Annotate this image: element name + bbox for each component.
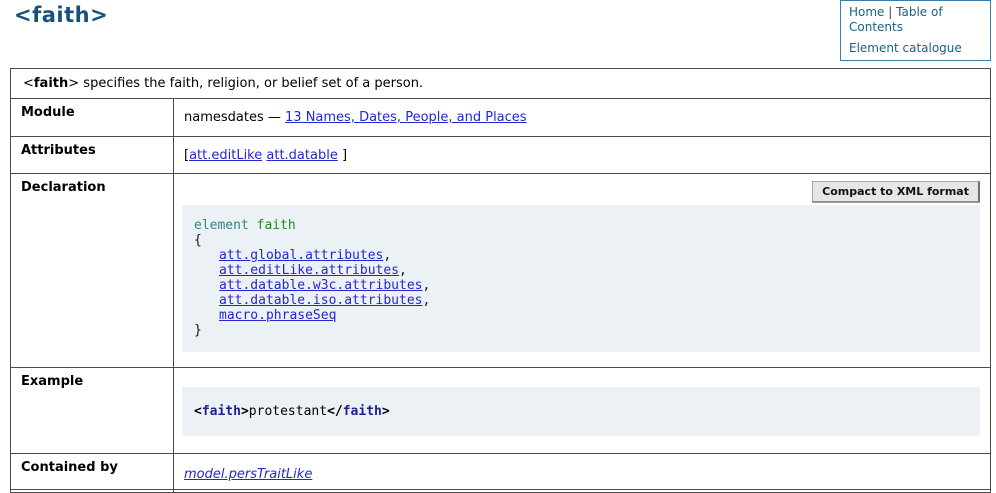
example-close-angle: > — [241, 404, 249, 419]
code-comma: , — [423, 293, 431, 308]
attributes-row: Attributes [att.editLike att.datable ] — [11, 137, 991, 174]
nav-line-bottom: Element catalogue — [849, 41, 983, 56]
example-open-angle: < — [194, 404, 202, 419]
module-label: Module — [11, 99, 174, 137]
code-line-open-brace: { — [194, 233, 968, 248]
contained-by-row: Contained by model.persTraitLike — [11, 454, 991, 490]
declaration-label: Declaration — [11, 174, 174, 368]
nav-home-link[interactable]: Home — [849, 5, 884, 19]
description-tag: <faith> — [23, 76, 79, 91]
example-end-open-angle: </ — [327, 404, 343, 419]
module-dash: — — [268, 110, 281, 125]
code-element-name: faith — [257, 218, 296, 233]
example-end-tag-name: faith — [343, 404, 382, 419]
module-name: namesdates — [184, 110, 264, 125]
code-line-att-global: att.global.attributes, — [194, 248, 968, 263]
attributes-value: [att.editLike att.datable ] — [174, 137, 991, 174]
code-line-element: element faith — [194, 218, 968, 233]
code-link-att-datable-iso-attributes[interactable]: att.datable.iso.attributes — [219, 293, 423, 308]
code-comma: , — [423, 278, 431, 293]
declaration-code-block: element faith { att.global.attributes, a… — [182, 205, 980, 352]
description-tag-open-angle: < — [23, 76, 34, 91]
example-code-block: <faith>protestant</faith> — [182, 387, 980, 436]
module-row: Module namesdates — 13 Names, Dates, Peo… — [11, 99, 991, 137]
code-comma: , — [399, 263, 407, 278]
declaration-row: Declaration Compact to XML format elemen… — [11, 174, 991, 368]
example-start-tag-name: faith — [202, 404, 241, 419]
nav-line-top: Home | Table of Contents — [849, 5, 983, 34]
code-line-close-brace: } — [194, 323, 968, 338]
code-line-att-datable-iso: att.datable.iso.attributes, — [194, 293, 968, 308]
code-link-att-datable-w3c-attributes[interactable]: att.datable.w3c.attributes — [219, 278, 423, 293]
attributes-close-bracket: ] — [342, 148, 347, 163]
example-end-close-angle: > — [382, 404, 390, 419]
compact-to-xml-format-button[interactable]: Compact to XML format — [812, 181, 980, 202]
description-row: <faith> specifies the faith, religion, o… — [11, 69, 991, 99]
code-line-macro-phraseseq: macro.phraseSeq — [194, 308, 968, 323]
element-spec-table: <faith> specifies the faith, religion, o… — [10, 68, 991, 493]
code-line-att-datable-w3c: att.datable.w3c.attributes, — [194, 278, 968, 293]
example-label: Example — [11, 368, 174, 454]
declaration-value: Compact to XML format element faith { at… — [174, 174, 991, 368]
code-comma: , — [383, 248, 391, 263]
cutoff-content-cell — [174, 490, 991, 493]
attributes-label: Attributes — [11, 137, 174, 174]
code-line-att-editlike: att.editLike.attributes, — [194, 263, 968, 278]
code-link-macro-phraseseq[interactable]: macro.phraseSeq — [219, 308, 336, 323]
attribute-class-link-att-editlike[interactable]: att.editLike — [189, 148, 262, 163]
example-text-content: protestant — [249, 404, 327, 419]
code-link-att-editlike-attributes[interactable]: att.editLike.attributes — [219, 263, 399, 278]
attribute-class-link-att-datable[interactable]: att.datable — [266, 148, 337, 163]
module-chapter-link[interactable]: 13 Names, Dates, People, and Places — [285, 110, 527, 125]
description-text: specifies the faith, religion, or belief… — [79, 76, 423, 91]
code-keyword-element: element — [194, 218, 249, 233]
module-value: namesdates — 13 Names, Dates, People, an… — [174, 99, 991, 137]
description-tag-close-angle: > — [68, 76, 79, 91]
contained-by-value: model.persTraitLike — [174, 454, 991, 490]
nav-box: Home | Table of Contents Element catalog… — [840, 0, 991, 61]
code-link-att-global-attributes[interactable]: att.global.attributes — [219, 248, 383, 263]
declaration-button-row: Compact to XML format — [182, 179, 982, 203]
example-value: <faith>protestant</faith> — [174, 368, 991, 454]
contained-by-model-perstraitlike-link[interactable]: model.persTraitLike — [184, 467, 312, 482]
page-title: <faith> — [14, 3, 108, 27]
cutoff-row — [11, 490, 991, 493]
element-description: <faith> specifies the faith, religion, o… — [11, 69, 991, 99]
example-row: Example <faith>protestant</faith> — [11, 368, 991, 454]
nav-element-catalogue-link[interactable]: Element catalogue — [849, 41, 962, 55]
nav-separator: | — [888, 5, 892, 19]
description-tag-name: faith — [34, 76, 68, 91]
cutoff-label-cell — [11, 490, 174, 493]
contained-by-label: Contained by — [11, 454, 174, 490]
